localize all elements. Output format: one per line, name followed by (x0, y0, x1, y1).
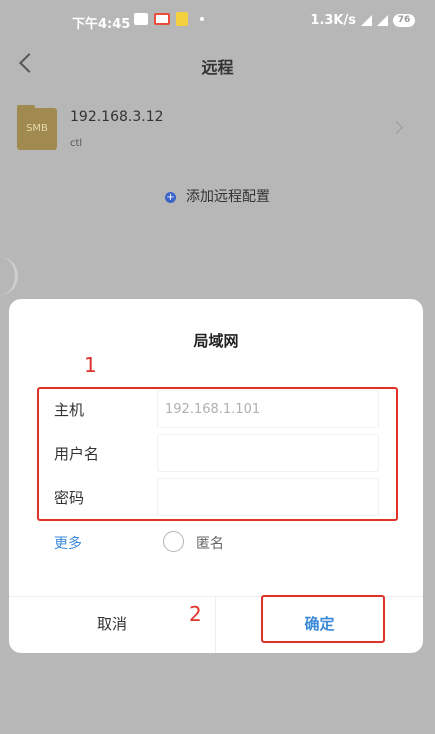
more-notifications-dot (200, 17, 204, 21)
add-config-label: 添加远程配置 (186, 189, 270, 205)
cancel-button[interactable]: 取消 (9, 596, 215, 653)
more-link[interactable]: 更多 (54, 533, 82, 553)
dialog-title: 局域网 (193, 332, 239, 350)
nav-bar: 远程 (0, 42, 435, 86)
signal-icon-2 (377, 15, 388, 26)
notification-icons (134, 12, 204, 26)
video-icon (134, 13, 148, 25)
anonymous-label: 匿名 (196, 536, 224, 552)
net-speed: 1.3K/s (310, 13, 356, 28)
lan-dialog: 局域网 1 主机 用户名 密码 更多 匿名 取消 确定 2 (9, 299, 423, 653)
page-title: 远程 (201, 58, 234, 77)
remote-name: 192.168.3.12 (70, 109, 164, 125)
add-remote-config-button[interactable]: + 添加远程配置 (0, 186, 435, 206)
edge-handle (0, 256, 18, 296)
app-notification-icon (154, 13, 170, 25)
chevron-right-icon (390, 121, 403, 134)
anonymous-radio[interactable] (163, 531, 184, 552)
annotation-number-1: 1 (84, 353, 97, 377)
annotation-box-2 (261, 595, 385, 643)
status-bar: 下午4:45 1.3K/s 76 (0, 0, 435, 42)
status-right: 1.3K/s 76 (310, 13, 415, 28)
remote-subtitle: ctl (70, 138, 83, 149)
plus-icon: + (165, 192, 176, 203)
smb-folder-icon: SMB (17, 105, 57, 150)
signal-icon (361, 15, 372, 26)
snapchat-icon (176, 12, 188, 26)
status-time: 下午4:45 (72, 17, 131, 32)
annotation-number-2: 2 (189, 602, 202, 626)
annotation-box-1 (37, 387, 398, 521)
remote-list-item[interactable]: SMB 192.168.3.12 ctl (0, 100, 435, 160)
battery-icon: 76 (393, 14, 415, 27)
